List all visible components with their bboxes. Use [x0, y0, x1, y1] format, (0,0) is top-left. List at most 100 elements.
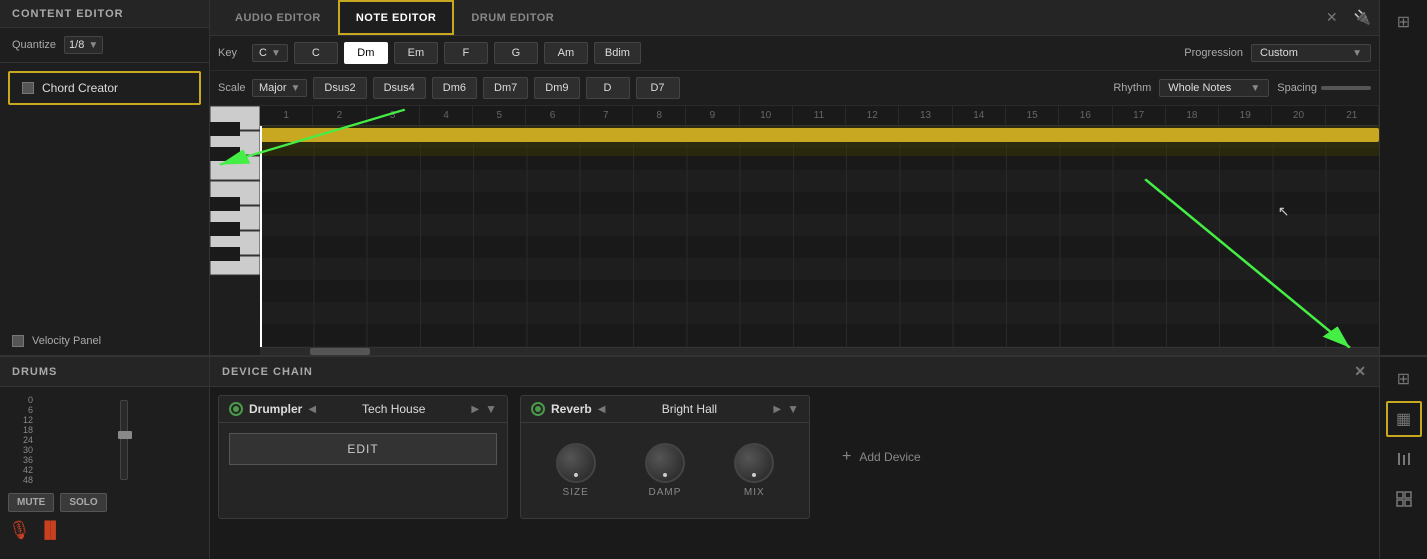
- damp-knob-label: DAMP: [649, 487, 682, 498]
- drumpler-device-header: Drumpler ◀ Tech House ▶ ▼: [219, 396, 507, 423]
- grid-num-13: 13: [899, 106, 952, 125]
- chord-creator-checkbox[interactable]: [22, 82, 34, 94]
- quantize-dropdown-arrow: ▼: [88, 40, 98, 51]
- drumpler-device: Drumpler ◀ Tech House ▶ ▼ EDIT: [218, 395, 508, 519]
- grid-num-9: 9: [686, 106, 739, 125]
- drums-fader-row: 0612182430364248: [8, 395, 201, 485]
- devices-row: Drumpler ◀ Tech House ▶ ▼ EDIT: [210, 387, 1379, 527]
- drumpler-power-button[interactable]: [229, 402, 243, 416]
- progression-label: Progression: [1184, 47, 1243, 59]
- quantize-label: Quantize: [12, 39, 56, 51]
- damp-knob[interactable]: [645, 443, 685, 483]
- grid-num-18: 18: [1166, 106, 1219, 125]
- chord-btn-G[interactable]: G: [494, 42, 538, 64]
- reverb-power-button[interactable]: [531, 402, 545, 416]
- volume-fader[interactable]: [120, 400, 128, 480]
- mute-button[interactable]: MUTE: [8, 493, 54, 512]
- drumpler-nav-right[interactable]: ▶: [471, 404, 479, 415]
- tab-audio-editor[interactable]: AUDIO EDITOR: [218, 0, 338, 35]
- expand-grid-icon[interactable]: [1386, 481, 1422, 517]
- chord-btn-D7[interactable]: D7: [636, 77, 680, 99]
- device-chain-panel: DEVICE CHAIN ✕ Drumpler ◀ Tech House ▶ ▼: [210, 357, 1379, 559]
- grid-num-17: 17: [1113, 106, 1166, 125]
- scale-select[interactable]: Major ▼: [252, 79, 307, 97]
- chord-btn-D[interactable]: D: [586, 77, 630, 99]
- spacing-label: Spacing: [1277, 82, 1317, 94]
- chord-btn-Dsus2[interactable]: Dsus2: [313, 77, 366, 99]
- progression-section: Progression Custom ▼: [1184, 44, 1371, 62]
- quantize-select[interactable]: 1/8 ▼: [64, 36, 103, 54]
- solo-button[interactable]: SOLO: [60, 493, 106, 512]
- tab-note-editor[interactable]: NOTE EDITOR: [338, 0, 454, 35]
- key-value: C: [259, 47, 267, 59]
- damp-knob-container: DAMP: [645, 443, 685, 498]
- grid-num-6: 6: [526, 106, 579, 125]
- close-button[interactable]: ✕: [1318, 5, 1346, 30]
- chord-btn-C[interactable]: C: [294, 42, 338, 64]
- rhythm-select[interactable]: Whole Notes ▼: [1159, 79, 1269, 97]
- drumpler-nav-left[interactable]: ◀: [308, 404, 316, 415]
- mix-knob-label: MIX: [744, 487, 765, 498]
- velocity-row: Velocity Panel: [0, 327, 209, 355]
- chord-btn-Dm[interactable]: Dm: [344, 42, 388, 64]
- drums-header: DRUMS: [0, 357, 209, 387]
- key-dropdown-arrow: ▼: [271, 48, 281, 59]
- cursor-arrow-icon: ↖: [1278, 203, 1290, 220]
- chord-creator-row[interactable]: Chord Creator: [8, 71, 201, 105]
- spacing-slider[interactable]: [1321, 86, 1371, 90]
- reverb-content: SIZE DAMP: [521, 423, 809, 518]
- add-device-plus-icon: +: [842, 448, 851, 466]
- rhythm-section: Rhythm Whole Notes ▼ Spacing: [1113, 79, 1371, 97]
- rhythm-dropdown-arrow: ▼: [1250, 83, 1260, 94]
- device-chain-close-button[interactable]: ✕: [1354, 363, 1367, 380]
- grid-num-10: 10: [740, 106, 793, 125]
- piano-roll-grid[interactable]: ↖: [260, 126, 1379, 347]
- reverb-dropdown-arrow[interactable]: ▼: [787, 402, 799, 416]
- expand-icon[interactable]: ⊞: [1386, 4, 1422, 40]
- drumpler-dropdown-arrow[interactable]: ▼: [485, 402, 497, 416]
- drums-controls: 0612182430364248 MUTE SOLO 🎙 ▐▌: [0, 387, 209, 549]
- reverb-device: Reverb ◀ Bright Hall ▶ ▼ SIZE: [520, 395, 810, 519]
- left-panel: CONTENT EDITOR Quantize 1/8 ▼ Chord Crea…: [0, 0, 210, 355]
- mixer-view-icon[interactable]: [1386, 441, 1422, 477]
- horizontal-scrollbar[interactable]: [260, 347, 1379, 355]
- size-knob[interactable]: [556, 443, 596, 483]
- chord-btn-Dsus4[interactable]: Dsus4: [373, 77, 426, 99]
- rhythm-label: Rhythm: [1113, 82, 1151, 94]
- mix-knob[interactable]: [734, 443, 774, 483]
- grid-num-21: 21: [1326, 106, 1379, 125]
- tab-drum-editor[interactable]: DRUM EDITOR: [454, 0, 571, 35]
- device-view-icon[interactable]: ▦: [1386, 401, 1422, 437]
- drum-bars-icon: ▐▌: [39, 522, 62, 540]
- velocity-checkbox[interactable]: [12, 335, 24, 347]
- mix-knob-container: MIX: [734, 443, 774, 498]
- chord-btn-Dm7[interactable]: Dm7: [483, 77, 528, 99]
- piano-keys: [210, 106, 260, 256]
- size-knob-container: SIZE: [556, 443, 596, 498]
- quantize-row: Quantize 1/8 ▼: [0, 28, 209, 63]
- reverb-preset: Bright Hall: [611, 402, 767, 416]
- chord-btn-Dm6[interactable]: Dm6: [432, 77, 477, 99]
- reverb-knobs-row: SIZE DAMP: [531, 433, 799, 508]
- reverb-nav-right[interactable]: ▶: [773, 404, 781, 415]
- key-select[interactable]: C ▼: [252, 44, 288, 62]
- chord-btn-F[interactable]: F: [444, 42, 488, 64]
- progression-select[interactable]: Custom ▼: [1251, 44, 1371, 62]
- grid-num-20: 20: [1272, 106, 1325, 125]
- chord-btn-Dm9[interactable]: Dm9: [534, 77, 579, 99]
- grid-num-14: 14: [953, 106, 1006, 125]
- drumpler-edit-button[interactable]: EDIT: [229, 433, 497, 465]
- chord-btn-Am[interactable]: Am: [544, 42, 588, 64]
- reverb-nav-left[interactable]: ◀: [598, 404, 606, 415]
- grid-num-4: 4: [420, 106, 473, 125]
- velocity-label: Velocity Panel: [32, 335, 101, 347]
- add-device-area[interactable]: + Add Device: [822, 395, 941, 519]
- plugin-icon[interactable]: 🔌: [1354, 9, 1371, 26]
- scale-value: Major: [259, 82, 287, 94]
- right-sidebar-bottom: ⊞ ▦: [1379, 357, 1427, 559]
- grid-layout-icon[interactable]: ⊞: [1386, 361, 1422, 397]
- scrollbar-thumb[interactable]: [310, 348, 370, 355]
- chord-btn-Em[interactable]: Em: [394, 42, 438, 64]
- content-editor-header: CONTENT EDITOR: [0, 0, 209, 28]
- chord-btn-Bdim[interactable]: Bdim: [594, 42, 641, 64]
